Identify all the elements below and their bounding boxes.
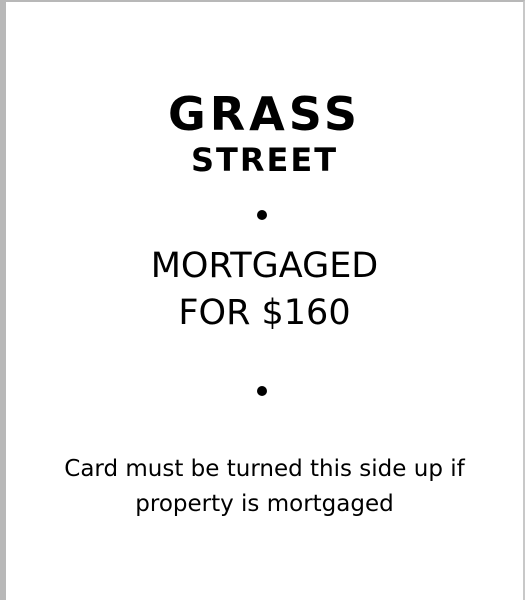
mortgaged-property-card: GRASS STREET MORTGAGED FOR $160 Card mus… xyxy=(0,0,525,600)
mortgage-instruction-note: Card must be turned this side up if prop… xyxy=(64,456,465,517)
property-name-line2: STREET xyxy=(190,141,339,179)
bullet-dot-icon xyxy=(257,386,267,396)
property-name-line1: GRASS xyxy=(168,87,361,141)
mortgaged-label: MORTGAGED xyxy=(150,246,379,286)
bullet-dot-icon xyxy=(257,210,267,220)
mortgage-amount: FOR $160 xyxy=(178,293,351,333)
